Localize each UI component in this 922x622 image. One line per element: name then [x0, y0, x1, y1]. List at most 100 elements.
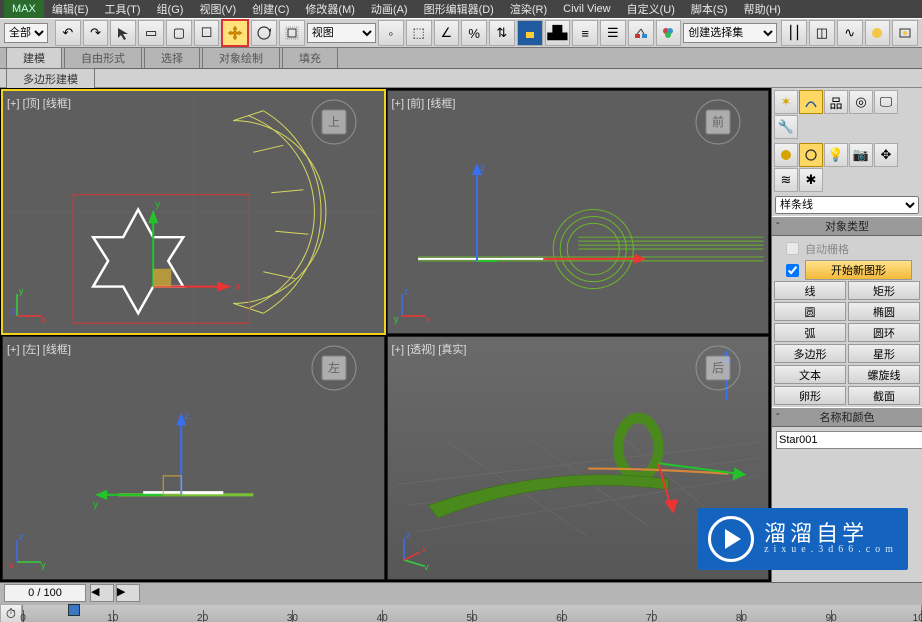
time-config-icon[interactable]: ⏱ [0, 604, 22, 622]
move-button[interactable] [221, 19, 249, 47]
curve-editor-button[interactable]: ∿ [837, 20, 863, 46]
obj-btn-0[interactable]: 线 [774, 281, 846, 300]
ribbon-tab-3[interactable]: 对象绘制 [202, 47, 280, 68]
menu-11[interactable]: 自定义(U) [619, 0, 683, 18]
menu-10[interactable]: Civil View [555, 0, 618, 18]
select-window-button[interactable]: ☐ [194, 20, 220, 46]
ribbon-tab-0[interactable]: 建模 [6, 47, 62, 68]
menu-0[interactable]: MAX [4, 0, 44, 18]
menu-12[interactable]: 脚本(S) [683, 0, 736, 18]
mirror-button[interactable]: ▟▙ [545, 20, 571, 46]
modify-tab-icon[interactable] [799, 90, 823, 114]
shapes-icon[interactable] [799, 143, 823, 167]
category-select[interactable]: 样条线 [775, 196, 919, 214]
obj-btn-3[interactable]: 椭圆 [848, 302, 920, 321]
ribbon-tab-2[interactable]: 选择 [144, 47, 200, 68]
menu-7[interactable]: 动画(A) [363, 0, 416, 18]
select-button[interactable] [110, 20, 136, 46]
render-button[interactable] [892, 20, 918, 46]
align-tool-b[interactable]: ◫ [809, 20, 835, 46]
helpers-icon[interactable]: ✥ [874, 143, 898, 167]
obj-btn-6[interactable]: 多边形 [774, 344, 846, 363]
spinner-snap-button[interactable]: ⇅ [489, 20, 515, 46]
rollout-object-type[interactable]: 对象类型 [772, 216, 922, 236]
viewport-left[interactable]: [+] [左] [线框] 左 [2, 336, 385, 580]
poly-modeling-tab[interactable]: 多边形建模 [6, 68, 95, 89]
geometry-icon[interactable] [774, 143, 798, 167]
obj-btn-10[interactable]: 卵形 [774, 386, 846, 405]
nav-cube-icon[interactable]: 后 [688, 345, 748, 391]
obj-btn-7[interactable]: 星形 [848, 344, 920, 363]
time-slider-head[interactable] [68, 604, 80, 616]
viewport-grid: [+] [顶] [线框] 上 [0, 88, 771, 582]
svg-text:z: z [184, 411, 189, 422]
obj-btn-9[interactable]: 螺旋线 [848, 365, 920, 384]
start-new-check[interactable] [786, 264, 799, 277]
undo-button[interactable]: ↶ [55, 20, 81, 46]
display-tab-icon[interactable]: 🖵 [874, 90, 898, 114]
nav-cube-icon[interactable]: 前 [688, 99, 748, 145]
ribbon-tab-1[interactable]: 自由形式 [64, 47, 142, 68]
select-rect-button[interactable]: ▢ [166, 20, 192, 46]
nav-cube-icon[interactable]: 上 [304, 99, 364, 145]
angle-snap-button[interactable]: ∠ [434, 20, 460, 46]
start-new-shape-button[interactable]: 开始新图形 [805, 260, 912, 280]
nav-cube-icon[interactable]: 左 [304, 345, 364, 391]
menu-2[interactable]: 工具(T) [97, 0, 149, 18]
obj-btn-4[interactable]: 弧 [774, 323, 846, 342]
timeline-back-button[interactable]: ◀ [90, 584, 114, 602]
obj-btn-5[interactable]: 圆环 [848, 323, 920, 342]
menu-8[interactable]: 图形编辑器(D) [416, 0, 502, 18]
selection-set-select[interactable]: 创建选择集 [683, 23, 777, 43]
percent-snap-button[interactable]: % [461, 20, 487, 46]
utilities-tab-icon[interactable]: 🔧 [774, 115, 798, 139]
snap-button[interactable]: ⬚ [406, 20, 432, 46]
motion-tab-icon[interactable]: ◎ [849, 90, 873, 114]
align-tool-a[interactable]: ⎮⎮ [781, 20, 807, 46]
obj-btn-1[interactable]: 矩形 [848, 281, 920, 300]
watermark-banner: 溜溜自学 zixue.3d66.com [698, 508, 908, 570]
cameras-icon[interactable]: 📷 [849, 143, 873, 167]
spacewarps-icon[interactable]: ≋ [774, 168, 798, 192]
redo-button[interactable]: ↷ [83, 20, 109, 46]
rotate-button[interactable] [251, 20, 277, 46]
create-tab-icon[interactable]: ✶ [774, 90, 798, 114]
selection-lock-button[interactable] [517, 20, 543, 46]
obj-btn-8[interactable]: 文本 [774, 365, 846, 384]
svg-text:左: 左 [327, 360, 339, 375]
viewport-front[interactable]: [+] [前] [线框] 前 [387, 90, 770, 334]
menu-13[interactable]: 帮助(H) [736, 0, 789, 18]
render-setup-button[interactable] [865, 20, 891, 46]
menu-1[interactable]: 编辑(E) [44, 0, 97, 18]
scale-button[interactable] [279, 20, 305, 46]
menu-5[interactable]: 创建(C) [244, 0, 297, 18]
menu-4[interactable]: 视图(V) [191, 0, 244, 18]
svg-text:y: y [41, 560, 46, 570]
svg-text:x: x [9, 560, 14, 570]
time-ruler[interactable]: 0102030405060708090100 [22, 605, 922, 622]
viewport-top[interactable]: [+] [顶] [线框] 上 [2, 90, 385, 334]
svg-text:y: y [424, 562, 429, 570]
layer-button[interactable]: ☰ [600, 20, 626, 46]
select-name-button[interactable]: ▭ [138, 20, 164, 46]
obj-btn-2[interactable]: 圆 [774, 302, 846, 321]
pivot-button[interactable]: ◦ [378, 20, 404, 46]
obj-btn-11[interactable]: 截面 [848, 386, 920, 405]
ribbon-tab-4[interactable]: 填充 [282, 47, 338, 68]
panel-tab-row: ✶ 品 ◎ 🖵 🔧 [772, 88, 922, 141]
systems-icon[interactable]: ✱ [799, 168, 823, 192]
material-button[interactable] [656, 20, 682, 46]
menu-9[interactable]: 渲染(R) [502, 0, 555, 18]
object-name-input[interactable] [776, 431, 922, 449]
align-button[interactable]: ≡ [572, 20, 598, 46]
hierarchy-tab-icon[interactable]: 品 [824, 90, 848, 114]
rollout-name-color[interactable]: 名称和颜色 [772, 407, 922, 427]
ref-coord-select[interactable]: 视图 [307, 23, 376, 43]
filter-select[interactable]: 全部 [4, 23, 48, 43]
lights-icon[interactable]: 💡 [824, 143, 848, 167]
menu-3[interactable]: 组(G) [149, 0, 192, 18]
svg-text:后: 后 [712, 361, 724, 375]
timeline-fwd-button[interactable]: ▶ [116, 584, 140, 602]
schematic-button[interactable] [628, 20, 654, 46]
menu-6[interactable]: 修改器(M) [297, 0, 363, 18]
